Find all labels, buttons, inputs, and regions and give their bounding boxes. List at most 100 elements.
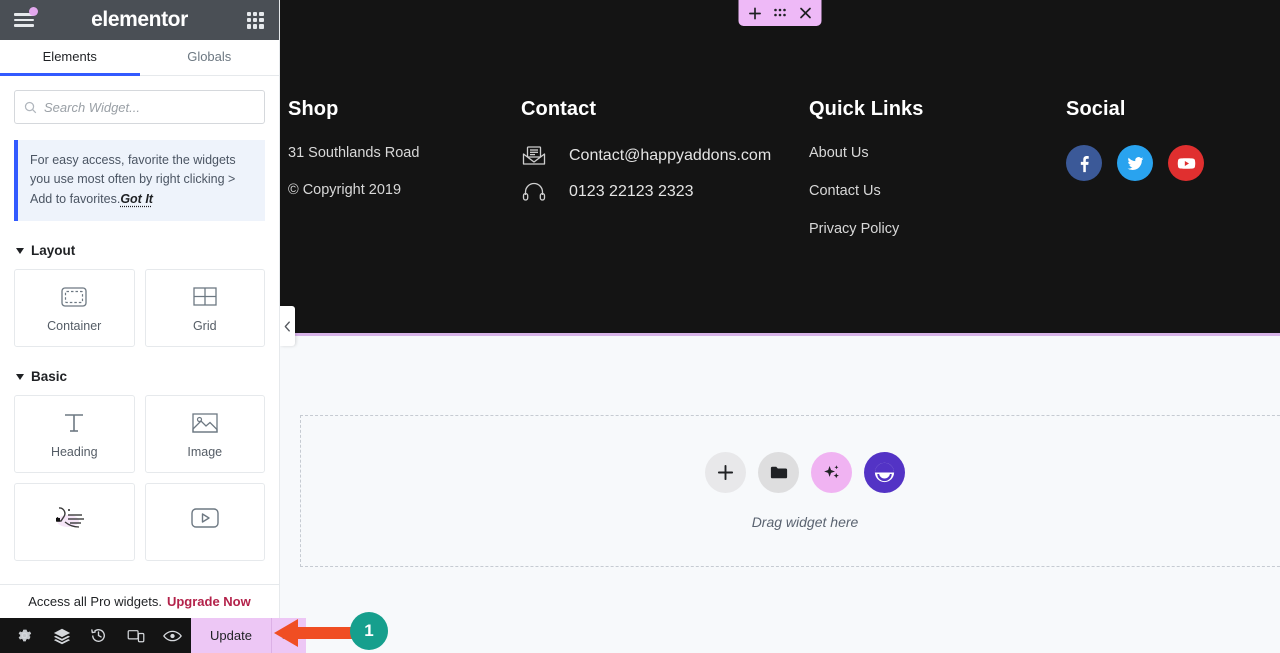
section-layout-title: Layout	[31, 243, 76, 259]
section-basic-title: Basic	[31, 369, 68, 385]
editor-canvas[interactable]: Shop 31 Southlands Road © Copyright 2019…	[280, 0, 1280, 653]
responsive-mode-icon[interactable]	[117, 618, 154, 653]
quicklink-privacy-policy[interactable]: Privacy Policy	[809, 221, 1066, 237]
facebook-icon	[1080, 155, 1089, 172]
section-layout-header[interactable]: Layout	[0, 243, 279, 258]
widget-image[interactable]: Image	[144, 395, 265, 474]
chevron-left-icon	[284, 320, 290, 332]
envelope-icon	[521, 145, 547, 166]
happy-face-icon	[874, 462, 895, 483]
navigator-layers-icon[interactable]	[43, 618, 80, 653]
image-icon	[192, 410, 218, 436]
got-it-link[interactable]: Got It	[120, 192, 153, 206]
contact-row-phone[interactable]: 0123 22123 2323	[521, 182, 809, 202]
footer-shop-title: Shop	[288, 98, 339, 120]
youtube-button[interactable]	[1168, 145, 1204, 181]
add-template-button[interactable]	[758, 452, 799, 493]
search-widget-box[interactable]	[14, 90, 265, 124]
tab-globals[interactable]: Globals	[140, 40, 280, 76]
contact-email: Contact@happyaddons.com	[569, 146, 772, 164]
upgrade-now-link[interactable]: Upgrade Now	[167, 594, 251, 609]
search-input[interactable]	[44, 99, 255, 115]
elementor-panel: elementor Elements Globals Search Widget…	[0, 0, 306, 653]
footer-shop-copyright: © Copyright 2019	[288, 182, 402, 198]
section-toolbar	[738, 0, 822, 26]
apps-grid-icon	[246, 11, 264, 29]
heading-icon	[61, 410, 87, 436]
widget-heading[interactable]: Heading	[14, 395, 135, 474]
drop-widget-area[interactable]: Drag widget here	[300, 415, 1280, 567]
settings-gear-icon[interactable]	[6, 618, 43, 653]
basic-widget-grid: Heading Image	[0, 395, 279, 562]
favorites-tip: For easy access, favorite the widgets yo…	[14, 140, 265, 222]
preview-eye-icon[interactable]	[154, 618, 191, 653]
sparkle-icon	[824, 465, 839, 479]
section-basic-header[interactable]: Basic	[0, 369, 279, 384]
close-icon	[799, 7, 811, 19]
update-button[interactable]: Update	[191, 618, 271, 653]
social-icons-row	[1066, 145, 1280, 181]
section-basic: Basic Heading Image	[0, 369, 279, 562]
text-editor-icon	[51, 505, 97, 531]
contact-row-email[interactable]: Contact@happyaddons.com	[521, 145, 809, 166]
hamburger-menu-button[interactable]	[0, 0, 48, 40]
elementor-logo-text: elementor	[91, 8, 188, 31]
folder-icon	[770, 466, 787, 479]
panel-header: elementor	[0, 0, 279, 40]
plus-icon	[749, 7, 761, 19]
video-icon	[190, 505, 220, 531]
widget-text-editor[interactable]	[14, 483, 135, 562]
container-icon	[61, 284, 87, 310]
add-section-button[interactable]	[743, 0, 768, 26]
contact-phone: 0123 22123 2323	[569, 183, 694, 200]
panel-footer-bar: Update	[0, 618, 306, 653]
widget-list-scroll[interactable]: For easy access, favorite the widgets yo…	[0, 132, 279, 584]
footer-social-title: Social	[1066, 98, 1126, 120]
favorites-tip-text: For easy access, favorite the widgets yo…	[30, 151, 253, 209]
quicklink-contact-us[interactable]: Contact Us	[809, 183, 1066, 199]
delete-section-button[interactable]	[793, 0, 818, 26]
footer-shop-address: 31 Southlands Road	[288, 145, 420, 161]
footer-column-social: Social	[1066, 98, 1280, 259]
drop-widget-inner: Drag widget here	[705, 452, 905, 530]
widget-image-label: Image	[187, 444, 223, 459]
twitter-button[interactable]	[1117, 145, 1153, 181]
add-widget-button[interactable]	[705, 452, 746, 493]
twitter-icon	[1127, 156, 1143, 170]
panel-collapse-handle[interactable]	[280, 306, 295, 346]
apps-grid-button[interactable]	[231, 0, 279, 40]
widget-container[interactable]: Container	[14, 269, 135, 348]
tab-elements[interactable]: Elements	[0, 40, 140, 76]
ai-button[interactable]	[811, 452, 852, 493]
widget-grid-label: Grid	[192, 318, 217, 333]
widget-heading-label: Heading	[50, 444, 98, 459]
section-layout: Layout Container Grid	[0, 243, 279, 348]
footer-contact-title: Contact	[521, 98, 597, 120]
youtube-icon	[1177, 157, 1195, 169]
pro-upgrade-bar: Access all Pro widgets. Upgrade Now	[0, 584, 279, 618]
widget-grid[interactable]: Grid	[144, 269, 265, 348]
footer-column-contact: Contact Contact@happyaddons.com 0123 221…	[521, 98, 809, 259]
footer-columns: Shop 31 Southlands Road © Copyright 2019…	[280, 0, 1280, 259]
footer-section[interactable]: Shop 31 Southlands Road © Copyright 2019…	[280, 0, 1280, 336]
panel-tabs: Elements Globals	[0, 40, 279, 76]
caret-down-icon	[16, 247, 24, 254]
search-icon	[24, 101, 37, 113]
facebook-button[interactable]	[1066, 145, 1102, 181]
notification-dot	[29, 7, 38, 16]
update-options-button[interactable]	[270, 618, 306, 653]
headset-icon	[521, 182, 547, 202]
footer-column-quick-links: Quick Links About Us Contact Us Privacy …	[809, 98, 1066, 259]
drag-section-handle[interactable]	[768, 0, 793, 26]
quicklink-about-us[interactable]: About Us	[809, 145, 1066, 161]
happyaddons-button[interactable]	[864, 452, 905, 493]
history-icon[interactable]	[80, 618, 117, 653]
drag-handle-icon	[774, 8, 786, 17]
widget-video[interactable]	[144, 483, 265, 562]
section-bottom-edge	[280, 333, 1280, 336]
pro-bar-text: Access all Pro widgets.	[28, 594, 162, 609]
layout-widget-grid: Container Grid	[0, 269, 279, 348]
grid-icon	[193, 284, 217, 310]
footer-column-shop: Shop 31 Southlands Road © Copyright 2019	[288, 98, 521, 259]
update-button-group: Update	[191, 618, 306, 653]
